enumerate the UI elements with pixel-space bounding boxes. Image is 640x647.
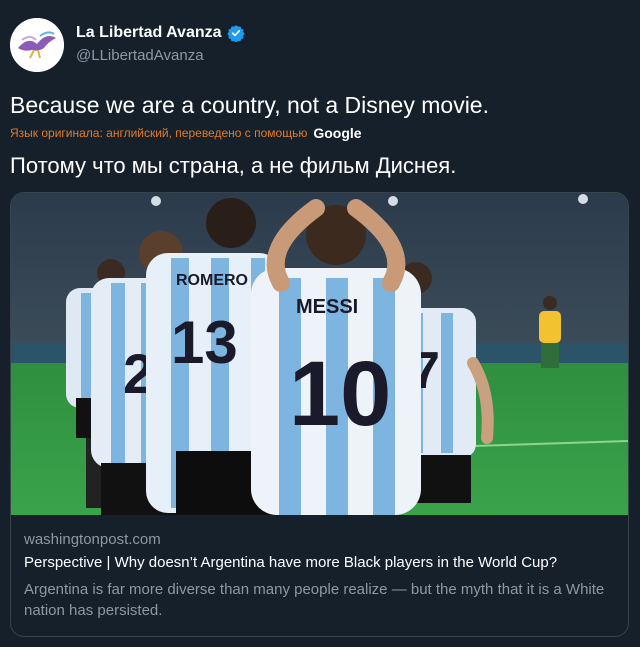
translation-notice-text: Язык оригинала: английский, переведено с… [10, 126, 308, 140]
author-handle[interactable]: @LLibertadAvanza [76, 47, 204, 64]
card-image[interactable]: 20 ROMERO 13 7 MESSI 10 [11, 193, 628, 515]
jersey-number-10: 10 [289, 343, 391, 445]
link-card[interactable]: 20 ROMERO 13 7 MESSI 10 washingtonp [10, 192, 629, 637]
card-domain: washingtonpost.com [24, 531, 161, 548]
jersey-name-romero: ROMERO [176, 272, 248, 289]
avatar[interactable] [10, 18, 64, 72]
google-logo: Google [313, 125, 362, 141]
verified-badge-icon [226, 25, 245, 42]
author-display-name: La Libertad Avanza [76, 24, 222, 41]
tweet-text: Because we are a country, not a Disney m… [10, 92, 489, 118]
eagle-logo-icon [10, 18, 64, 72]
author-name[interactable]: La Libertad Avanza [76, 24, 245, 42]
translated-tweet-text: Потому что мы страна, а не фильм Диснея. [10, 153, 457, 178]
card-title[interactable]: Perspective | Why doesn’t Argentina have… [24, 554, 624, 571]
translation-notice: Язык оригинала: английский, переведено с… [10, 125, 362, 141]
card-description: Argentina is far more diverse than many … [24, 581, 605, 619]
jersey-name-messi: MESSI [296, 296, 358, 318]
jersey-number-13: 13 [171, 309, 238, 376]
